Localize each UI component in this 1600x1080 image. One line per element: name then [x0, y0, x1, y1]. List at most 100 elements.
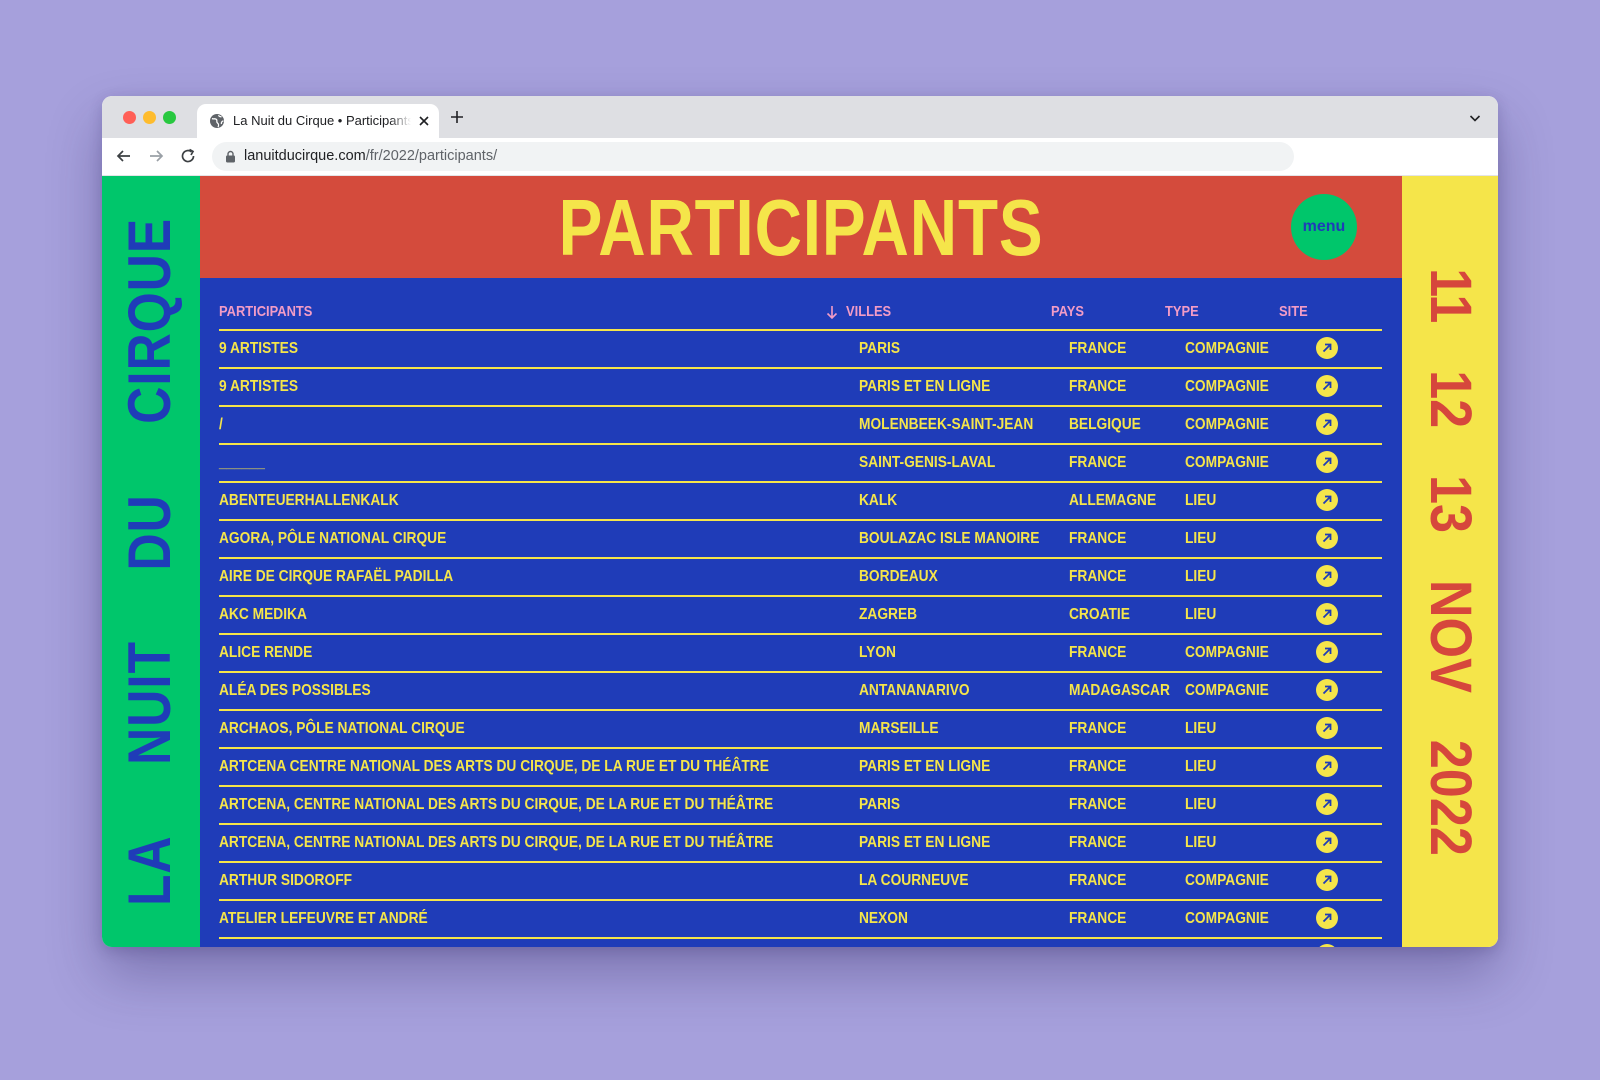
external-link-button[interactable] [1316, 489, 1338, 511]
table-row: AKC MEDIKA ZAGREB CROATIE LIEU [219, 597, 1382, 635]
browser-window: La Nuit du Cirque • Participants lanuitd… [102, 96, 1498, 947]
participant-name: ARTHUR SIDOROFF [219, 872, 353, 889]
external-link-button[interactable] [1316, 375, 1338, 397]
close-window-button[interactable] [123, 111, 136, 124]
participant-name: 9 ARTISTES [219, 340, 299, 357]
participant-type: LIEU [1185, 834, 1217, 851]
participant-name: 9 ARTISTES [219, 378, 299, 395]
participant-name: ARTCENA, CENTRE NATIONAL DES ARTS DU CIR… [219, 834, 774, 851]
table-row: ALICE RENDE LYON FRANCE COMPAGNIE [219, 635, 1382, 673]
table-row: ARTCENA, CENTRE NATIONAL DES ARTS DU CIR… [219, 825, 1382, 863]
participant-country: FRANCE [1069, 530, 1127, 547]
address-bar[interactable]: lanuitducirque.com/fr/2022/participants/ [212, 142, 1294, 171]
participant-city: PARIS ET EN LIGNE [859, 758, 991, 775]
participant-country: FRANCE [1069, 644, 1127, 661]
participant-city: PARIS [859, 340, 901, 357]
arrow-up-right-icon [1316, 717, 1338, 739]
column-header-villes[interactable]: VILLES [846, 303, 891, 320]
participant-country: FRANCE [1069, 872, 1127, 889]
participant-country: FRANCE [1069, 758, 1127, 775]
participant-city: MARSEILLE [859, 720, 939, 737]
participant-name: ARTCENA, CENTRE NATIONAL DES ARTS DU CIR… [219, 796, 774, 813]
page-title: PARTICIPANTS [558, 183, 1044, 272]
zoom-window-button[interactable] [163, 111, 176, 124]
event-dates-vertical: 11 12 13 NOV 2022 [1418, 268, 1483, 856]
participant-type: COMPAGNIE [1185, 454, 1269, 471]
table-row: ARTCENA, CENTRE NATIONAL DES ARTS DU CIR… [219, 787, 1382, 825]
external-link-button[interactable] [1316, 907, 1338, 929]
external-link-button[interactable] [1316, 527, 1338, 549]
column-header-pays[interactable]: PAYS [1051, 303, 1084, 320]
url-host: lanuitducirque.com [244, 148, 366, 164]
participant-city: SAINT-GENIS-LAVAL [859, 454, 996, 471]
table-row: AGORA, PÔLE NATIONAL CIRQUE BOULAZAC ISLE… [219, 521, 1382, 559]
arrow-up-right-icon [1316, 793, 1338, 815]
arrow-up-right-icon [1316, 451, 1338, 473]
url-text: lanuitducirque.com/fr/2022/participants/ [244, 148, 497, 164]
external-link-button[interactable] [1316, 413, 1338, 435]
tab-strip: La Nuit du Cirque • Participants [102, 96, 1498, 138]
participant-name: ARCHAOS, PÔLE NATIONAL CIRQUE [219, 720, 465, 737]
participant-type: LIEU [1185, 530, 1217, 547]
browser-tab-active[interactable]: La Nuit du Cirque • Participants [197, 104, 439, 138]
participant-city: KALK [859, 492, 898, 509]
arrow-up-right-icon [1316, 755, 1338, 777]
participant-name: AKC MEDIKA [219, 606, 307, 623]
external-link-button[interactable] [1316, 944, 1338, 947]
table-row: / MOLENBEEK-SAINT-JEAN BELGIQUE COMPAGNIE [219, 407, 1382, 445]
new-tab-icon[interactable] [449, 109, 465, 125]
participant-country: FRANCE [1069, 796, 1127, 813]
arrow-up-right-icon [1316, 907, 1338, 929]
external-link-button[interactable] [1316, 831, 1338, 853]
menu-button[interactable]: menu [1291, 194, 1357, 260]
tab-close-icon[interactable] [417, 114, 431, 128]
participant-country: FRANCE [1069, 340, 1127, 357]
column-header-participants[interactable]: PARTICIPANTS [219, 303, 312, 320]
brand-word: LA [116, 835, 183, 906]
table-row: ARTCENA CENTRE NATIONAL DES ARTS DU CIRQ… [219, 749, 1382, 787]
back-arrow-icon[interactable] [115, 147, 133, 165]
right-date-band: 11 12 13 NOV 2022 [1402, 176, 1498, 947]
table-row: ATELIER LEFEUVRE ET ANDRÉ NEXON FRANCE COMP… [219, 901, 1382, 939]
participant-type: LIEU [1185, 568, 1217, 585]
date-word: NOV [1418, 579, 1483, 693]
participant-country: FRANCE [1069, 568, 1127, 585]
external-link-button[interactable] [1316, 603, 1338, 625]
external-link-button[interactable] [1316, 451, 1338, 473]
table-row: ALÉA DES POSSIBLES ANTANANARIVO MADAGASCAR… [219, 673, 1382, 711]
globe-icon [210, 114, 224, 128]
external-link-button[interactable] [1316, 793, 1338, 815]
date-word: 11 [1418, 268, 1483, 324]
arrow-up-right-icon [1319, 944, 1335, 947]
arrow-down-icon[interactable] [826, 304, 838, 320]
external-link-button[interactable] [1316, 679, 1338, 701]
minimize-window-button[interactable] [143, 111, 156, 124]
external-link-button[interactable] [1316, 565, 1338, 587]
participant-country: BELGIQUE [1069, 416, 1141, 433]
external-link-button[interactable] [1316, 717, 1338, 739]
lock-icon [226, 150, 235, 163]
arrow-up-right-icon [1316, 337, 1338, 359]
participant-name: ATELIER LEFEUVRE ET ANDRÉ [219, 910, 428, 927]
arrow-up-right-icon [1316, 489, 1338, 511]
participant-city: LA COURNEUVE [859, 872, 969, 889]
external-link-button[interactable] [1316, 869, 1338, 891]
external-link-button[interactable] [1316, 755, 1338, 777]
arrow-up-right-icon [1316, 603, 1338, 625]
table-row: ARTHUR SIDOROFF LA COURNEUVE FRANCE COMPAGN… [219, 863, 1382, 901]
participant-type: COMPAGNIE [1185, 644, 1269, 661]
arrow-up-right-icon [1316, 375, 1338, 397]
external-link-button[interactable] [1316, 337, 1338, 359]
participant-type: COMPAGNIE [1185, 910, 1269, 927]
table-row: ARCHAOS, PÔLE NATIONAL CIRQUE MARSEILLE FR… [219, 711, 1382, 749]
column-header-type[interactable]: TYPE [1165, 303, 1199, 320]
participant-country: MADAGASCAR [1069, 682, 1170, 699]
participant-name: AIRE DE CIRQUE RAFAËL PADILLA [219, 568, 454, 585]
participant-city: BORDEAUX [859, 568, 938, 585]
participant-type: LIEU [1185, 720, 1217, 737]
chevron-down-icon[interactable] [1468, 111, 1482, 125]
column-header-site[interactable]: SITE [1279, 303, 1308, 320]
external-link-button[interactable] [1316, 641, 1338, 663]
reload-icon[interactable] [179, 147, 197, 165]
forward-arrow-icon[interactable] [147, 147, 165, 165]
